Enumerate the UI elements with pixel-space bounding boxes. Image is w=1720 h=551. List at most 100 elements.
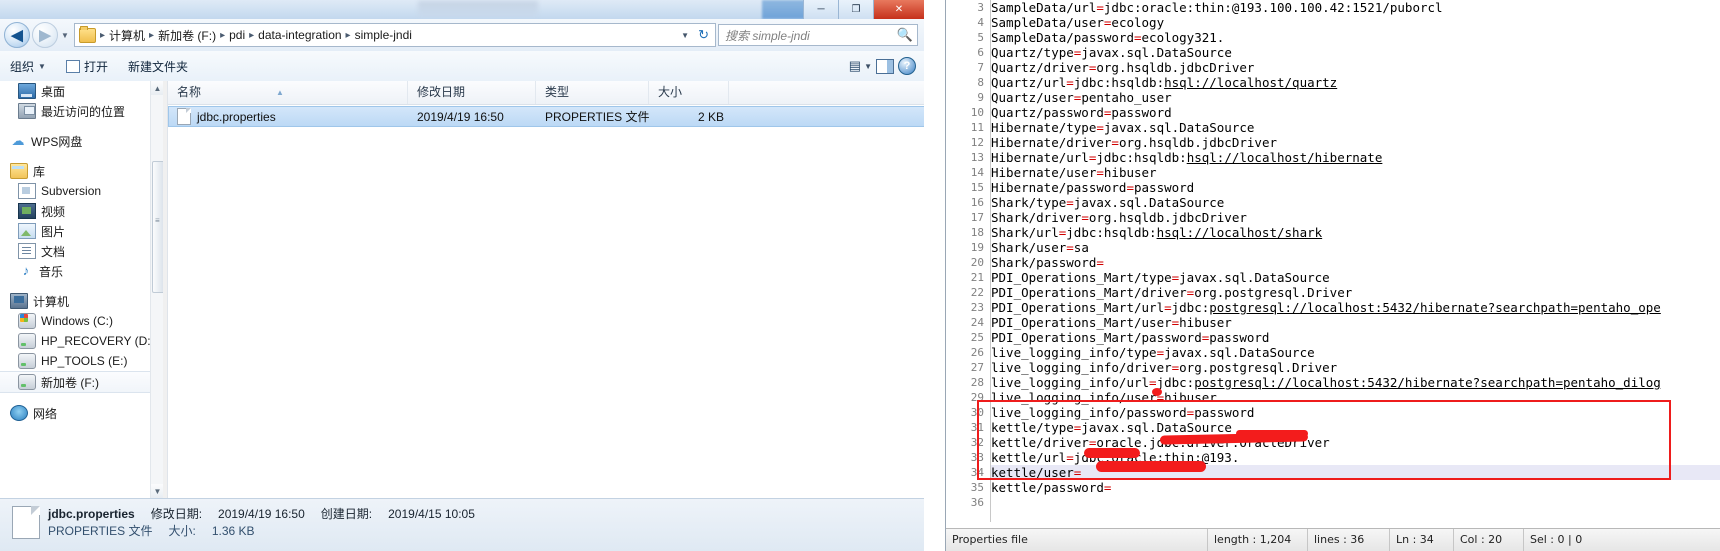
code-line[interactable]: Shark/user=sa <box>991 240 1720 255</box>
code-line[interactable]: PDI_Operations_Mart/type=javax.sql.DataS… <box>991 270 1720 285</box>
new-folder-button[interactable]: 新建文件夹 <box>118 54 198 78</box>
column-header-name[interactable]: 名称 ▲ <box>168 81 408 104</box>
url-link[interactable]: postgresql://localhost:5432/hibernate?se… <box>1194 375 1661 390</box>
code-line[interactable]: Hibernate/password=password <box>991 180 1720 195</box>
equals-sign: = <box>1134 30 1142 45</box>
code-line[interactable]: kettle/password= <box>991 480 1720 495</box>
help-icon[interactable]: ? <box>898 57 916 75</box>
recent-locations-caret[interactable]: ▼ <box>58 31 72 40</box>
back-button[interactable]: ◀ <box>4 22 30 48</box>
url-link[interactable]: hsql://localhost/shark <box>1157 225 1323 240</box>
sidebar-item-4[interactable]: Subversion <box>0 181 163 201</box>
code-line[interactable]: Shark/password= <box>991 255 1720 270</box>
status-lines: lines : 36 <box>1308 529 1390 551</box>
code-area[interactable]: log 345678910111213141516171819202122232… <box>946 0 1720 522</box>
sidebar-item-13[interactable]: 新加卷 (F:) <box>0 371 163 393</box>
code-line[interactable]: PDI_Operations_Mart/user=hibuser <box>991 315 1720 330</box>
redaction-mark-password <box>1096 461 1206 472</box>
chevron-down-icon[interactable]: ▼ <box>681 31 689 40</box>
code-line[interactable]: live_logging_info/url=jdbc:postgresql://… <box>991 375 1720 390</box>
code-line[interactable]: SampleData/password=ecology321. <box>991 30 1720 45</box>
documents-icon <box>18 243 36 259</box>
details-type-value: PROPERTIES 文件 <box>48 524 153 538</box>
code-line[interactable]: Hibernate/url=jdbc:hsqldb:hsql://localho… <box>991 150 1720 165</box>
search-icon: 🔍 <box>896 27 913 42</box>
code-line[interactable]: Hibernate/driver=org.hsqldb.jdbcDriver <box>991 135 1720 150</box>
sidebar-item-10[interactable]: Windows (C:) <box>0 311 163 331</box>
code-line[interactable]: live_logging_info/password=password <box>991 405 1720 420</box>
breadcrumb-item-2[interactable]: pdi <box>226 28 248 42</box>
sidebar-item-3[interactable]: 库 <box>0 161 163 181</box>
code-line[interactable] <box>991 495 1720 510</box>
code-line[interactable]: PDI_Operations_Mart/driver=org.postgresq… <box>991 285 1720 300</box>
sidebar-item-0[interactable]: 桌面 <box>0 81 163 101</box>
code-line[interactable]: kettle/type=javax.sql.DataSource <box>991 420 1720 435</box>
sidebar-item-12[interactable]: HP_TOOLS (E:) <box>0 351 163 371</box>
open-button[interactable]: 打开 <box>56 54 118 78</box>
equals-sign: = <box>1156 345 1165 360</box>
refresh-icon[interactable]: ↻ <box>698 27 709 43</box>
code-line[interactable]: SampleData/url=jdbc:oracle:thin:@193.100… <box>991 0 1720 15</box>
equals-sign: = <box>1096 120 1104 135</box>
url-link[interactable]: hsql://localhost/quartz <box>1164 75 1337 90</box>
code-line[interactable]: Shark/type=javax.sql.DataSource <box>991 195 1720 210</box>
forward-button[interactable]: ▶ <box>32 22 58 48</box>
url-link[interactable]: hsql://localhost/hibernate <box>1187 150 1383 165</box>
details-file-name: jdbc.properties <box>48 507 135 521</box>
cell-name: jdbc.properties <box>169 108 409 125</box>
line-number: 14 <box>970 166 984 179</box>
code-line[interactable]: live_logging_info/user=hibuser <box>991 390 1720 405</box>
code-line[interactable]: Quartz/driver=org.hsqldb.jdbcDriver <box>991 60 1720 75</box>
view-mode-icon[interactable]: ▤ <box>849 58 861 74</box>
code-line[interactable]: Quartz/type=javax.sql.DataSource <box>991 45 1720 60</box>
computer-icon <box>10 293 28 309</box>
breadcrumb-item-0[interactable]: 计算机 <box>106 27 148 44</box>
code-line[interactable]: Quartz/url=jdbc:hsqldb:hsql://localhost/… <box>991 75 1720 90</box>
sidebar-item-label: 图片 <box>41 224 66 239</box>
sidebar-item-8[interactable]: ♪ 音乐 <box>0 261 163 281</box>
code-line[interactable]: live_logging_info/type=javax.sql.DataSou… <box>991 345 1720 360</box>
chevron-down-icon[interactable]: ▼ <box>864 62 872 71</box>
sidebar-item-5[interactable]: 视频 <box>0 201 163 221</box>
sidebar-item-6[interactable]: 图片 <box>0 221 163 241</box>
sidebar-item-2[interactable]: ☁ WPS网盘 <box>0 131 163 151</box>
line-number: 28 <box>970 376 984 389</box>
sidebar-item-1[interactable]: 最近访问的位置 <box>0 101 163 121</box>
code-line[interactable]: PDI_Operations_Mart/password=password <box>991 330 1720 345</box>
code-line[interactable]: live_logging_info/driver=org.postgresql.… <box>991 360 1720 375</box>
breadcrumb-item-4[interactable]: simple-jndi <box>352 28 415 42</box>
sidebar-item-11[interactable]: HP_RECOVERY (D:) <box>0 331 163 351</box>
breadcrumb[interactable]: ▸ 计算机 ▸ 新加卷 (F:) ▸ pdi ▸ data-integratio… <box>74 23 716 47</box>
code-line[interactable]: SampleData/user=ecology <box>991 15 1720 30</box>
column-header-size[interactable]: 大小 <box>649 81 729 104</box>
search-input[interactable]: 搜索 simple-jndi 🔍 <box>718 24 918 46</box>
code-line[interactable]: Quartz/password=password <box>991 105 1720 120</box>
code-line[interactable]: Hibernate/type=javax.sql.DataSource <box>991 120 1720 135</box>
column-header-type[interactable]: 类型 <box>536 81 649 104</box>
organize-button[interactable]: 组织 ▼ <box>0 54 56 78</box>
url-link[interactable]: postgresql://localhost:5432/hibernate?se… <box>1209 300 1661 315</box>
line-number: 18 <box>970 226 984 239</box>
table-row[interactable]: jdbc.properties 2019/4/19 16:50 PROPERTIES… <box>168 106 924 127</box>
sidebar-item-14[interactable]: 网络 <box>0 403 163 423</box>
details-size-value: 1.36 KB <box>211 524 255 538</box>
breadcrumb-item-1[interactable]: 新加卷 (F:) <box>155 27 219 44</box>
breadcrumb-item-3[interactable]: data-integration <box>255 28 344 42</box>
preview-pane-icon[interactable] <box>876 58 894 74</box>
sidebar-scrollbar[interactable]: ▲ ▼ <box>150 81 165 498</box>
minimize-button[interactable]: ─ <box>803 0 838 19</box>
sidebar-item-9[interactable]: 计算机 <box>0 291 163 311</box>
close-button[interactable]: ✕ <box>873 0 924 19</box>
code-line[interactable]: Shark/url=jdbc:hsqldb:hsql://localhost/s… <box>991 225 1720 240</box>
code-line[interactable]: Shark/driver=org.hsqldb.jdbcDriver <box>991 210 1720 225</box>
file-icon <box>12 506 40 539</box>
code-lines[interactable]: SampleData/url=jdbc:oracle:thin:@193.100… <box>991 0 1720 510</box>
code-line[interactable]: Quartz/user=pentaho_user <box>991 90 1720 105</box>
sidebar-item-7[interactable]: 文档 <box>0 241 163 261</box>
line-number: 24 <box>970 316 984 329</box>
equals-sign: = <box>1103 480 1112 495</box>
column-header-date[interactable]: 修改日期 <box>408 81 536 104</box>
code-line[interactable]: PDI_Operations_Mart/url=jdbc:postgresql:… <box>991 300 1720 315</box>
maximize-button[interactable]: ❐ <box>838 0 873 19</box>
code-line[interactable]: Hibernate/user=hibuser <box>991 165 1720 180</box>
